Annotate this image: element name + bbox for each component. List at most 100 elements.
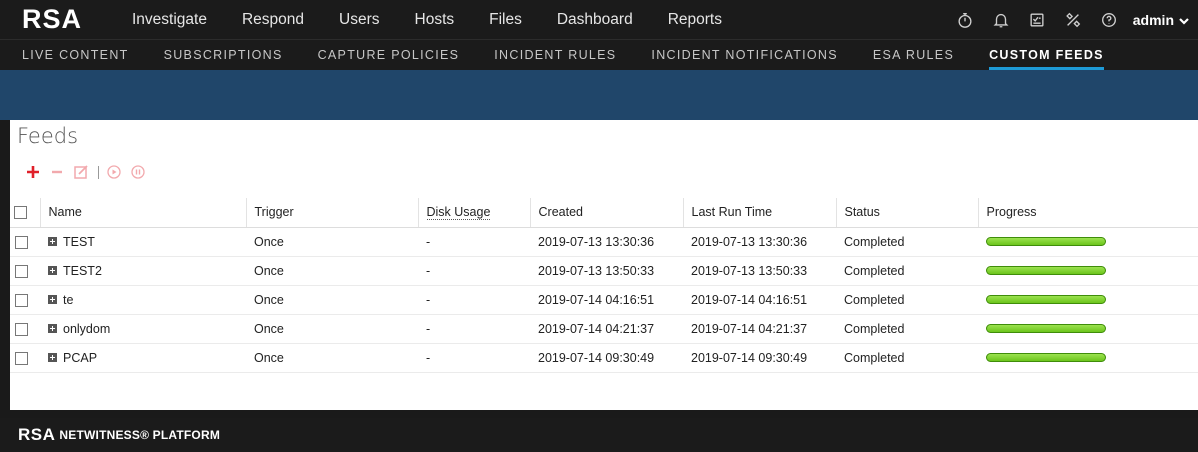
table-body: TEST Once - 2019-07-13 13:30:36 2019-07-… bbox=[10, 227, 1198, 373]
row-checkbox[interactable] bbox=[15, 351, 28, 365]
nav-hosts[interactable]: Hosts bbox=[415, 11, 455, 29]
col-header-disk-usage[interactable]: Disk Usage bbox=[417, 198, 530, 228]
name-cell: TEST bbox=[40, 227, 246, 257]
last-run-cell: 2019-07-13 13:50:33 bbox=[683, 256, 836, 286]
col-header-last-run[interactable]: Last Run Time bbox=[682, 198, 836, 228]
expand-icon[interactable] bbox=[48, 353, 57, 362]
pause-button[interactable] bbox=[129, 163, 147, 181]
nav-files[interactable]: Files bbox=[489, 11, 522, 29]
disk-usage-label: Disk Usage bbox=[426, 205, 491, 221]
created-cell: 2019-07-14 09:30:49 bbox=[530, 343, 683, 373]
checklist-icon[interactable] bbox=[1027, 10, 1047, 30]
expand-icon[interactable] bbox=[48, 295, 57, 304]
footer: RSA NETWITNESS® PLATFORM bbox=[0, 418, 1198, 452]
feed-name: PCAP bbox=[63, 350, 98, 365]
disk-usage-cell: - bbox=[418, 343, 530, 373]
page-title: Feeds bbox=[17, 124, 79, 148]
run-button[interactable] bbox=[105, 163, 123, 181]
username-label: admin bbox=[1132, 11, 1174, 28]
expand-icon[interactable] bbox=[48, 237, 57, 246]
nav-right-tools: admin bbox=[939, 10, 1190, 30]
user-menu[interactable]: admin bbox=[1133, 12, 1190, 28]
stopwatch-icon[interactable] bbox=[955, 10, 975, 30]
row-select-cell bbox=[10, 285, 40, 315]
table-row[interactable]: te Once - 2019-07-14 04:16:51 2019-07-14… bbox=[10, 285, 1198, 315]
feed-name: te bbox=[63, 292, 74, 307]
disk-usage-cell: - bbox=[418, 256, 530, 286]
footer-product-name: NETWITNESS® PLATFORM bbox=[59, 428, 221, 442]
name-cell: onlydom bbox=[40, 314, 246, 344]
row-checkbox[interactable] bbox=[15, 235, 28, 249]
feed-name: onlydom bbox=[63, 321, 111, 336]
bell-icon[interactable] bbox=[991, 10, 1011, 30]
table-row[interactable]: PCAP Once - 2019-07-14 09:30:49 2019-07-… bbox=[10, 343, 1198, 373]
col-header-created[interactable]: Created bbox=[529, 198, 683, 228]
select-all-cell bbox=[10, 198, 40, 228]
tab-incident-notifications[interactable]: INCIDENT NOTIFICATIONS bbox=[651, 40, 837, 70]
row-select-cell bbox=[10, 256, 40, 286]
trigger-cell: Once bbox=[246, 285, 418, 315]
secondary-nav: LIVE CONTENT SUBSCRIPTIONS CAPTURE POLIC… bbox=[0, 40, 1198, 70]
edit-button[interactable] bbox=[72, 163, 90, 181]
feed-name: TEST2 bbox=[63, 263, 102, 278]
disk-usage-cell: - bbox=[418, 285, 530, 315]
progress-cell bbox=[978, 256, 1198, 286]
nav-investigate[interactable]: Investigate bbox=[132, 11, 207, 29]
nav-respond[interactable]: Respond bbox=[242, 11, 304, 29]
status-cell: Completed bbox=[836, 343, 978, 373]
last-run-cell: 2019-07-14 04:16:51 bbox=[683, 285, 836, 315]
pause-icon bbox=[131, 165, 145, 179]
help-icon[interactable] bbox=[1099, 10, 1119, 30]
col-header-progress[interactable]: Progress bbox=[977, 198, 1198, 228]
expand-icon[interactable] bbox=[48, 324, 57, 333]
col-header-trigger[interactable]: Trigger bbox=[245, 198, 418, 228]
primary-nav-items: Investigate Respond Users Hosts Files Da… bbox=[112, 11, 757, 29]
tab-esa-rules[interactable]: ESA RULES bbox=[873, 40, 954, 70]
progress-cell bbox=[978, 227, 1198, 257]
toolbar-divider bbox=[98, 165, 99, 179]
progress-bar bbox=[986, 324, 1106, 333]
nav-reports[interactable]: Reports bbox=[668, 11, 722, 29]
created-cell: 2019-07-13 13:30:36 bbox=[530, 227, 683, 257]
progress-cell bbox=[978, 343, 1198, 373]
row-select-cell bbox=[10, 343, 40, 373]
table-row[interactable]: onlydom Once - 2019-07-14 04:21:37 2019-… bbox=[10, 314, 1198, 344]
rsa-logo[interactable]: RSA bbox=[22, 4, 112, 35]
tools-icon[interactable] bbox=[1063, 10, 1083, 30]
tab-subscriptions[interactable]: SUBSCRIPTIONS bbox=[164, 40, 283, 70]
select-all-checkbox[interactable] bbox=[14, 206, 27, 220]
tab-capture-policies[interactable]: CAPTURE POLICIES bbox=[318, 40, 460, 70]
last-run-cell: 2019-07-14 04:21:37 bbox=[683, 314, 836, 344]
nav-users[interactable]: Users bbox=[339, 11, 379, 29]
name-cell: PCAP bbox=[40, 343, 246, 373]
add-button[interactable] bbox=[24, 163, 42, 181]
row-select-cell bbox=[10, 314, 40, 344]
progress-cell bbox=[978, 285, 1198, 315]
tab-incident-rules[interactable]: INCIDENT RULES bbox=[494, 40, 616, 70]
tab-live-content[interactable]: LIVE CONTENT bbox=[22, 40, 129, 70]
row-checkbox[interactable] bbox=[15, 264, 28, 278]
created-cell: 2019-07-14 04:21:37 bbox=[530, 314, 683, 344]
disk-usage-cell: - bbox=[418, 314, 530, 344]
col-header-status[interactable]: Status bbox=[835, 198, 978, 228]
col-header-name[interactable]: Name bbox=[39, 198, 246, 228]
table-row[interactable]: TEST2 Once - 2019-07-13 13:50:33 2019-07… bbox=[10, 256, 1198, 286]
created-cell: 2019-07-13 13:50:33 bbox=[530, 256, 683, 286]
trigger-cell: Once bbox=[246, 256, 418, 286]
table-row[interactable]: TEST Once - 2019-07-13 13:30:36 2019-07-… bbox=[10, 227, 1198, 257]
row-checkbox[interactable] bbox=[15, 322, 28, 336]
row-checkbox[interactable] bbox=[15, 293, 28, 307]
disk-usage-cell: - bbox=[418, 227, 530, 257]
table-header-row: Name Trigger Disk Usage Created Last Run… bbox=[10, 198, 1198, 228]
top-navigation: RSA Investigate Respond Users Hosts File… bbox=[0, 0, 1198, 70]
tab-custom-feeds[interactable]: CUSTOM FEEDS bbox=[989, 40, 1104, 70]
expand-icon[interactable] bbox=[48, 266, 57, 275]
trigger-cell: Once bbox=[246, 314, 418, 344]
created-cell: 2019-07-14 04:16:51 bbox=[530, 285, 683, 315]
remove-button[interactable] bbox=[48, 163, 66, 181]
status-cell: Completed bbox=[836, 314, 978, 344]
feeds-panel: Feeds Name Trigger Disk Usage Created La… bbox=[10, 120, 1198, 410]
play-icon bbox=[107, 165, 121, 179]
nav-dashboard[interactable]: Dashboard bbox=[557, 11, 633, 29]
edit-icon bbox=[74, 165, 88, 179]
